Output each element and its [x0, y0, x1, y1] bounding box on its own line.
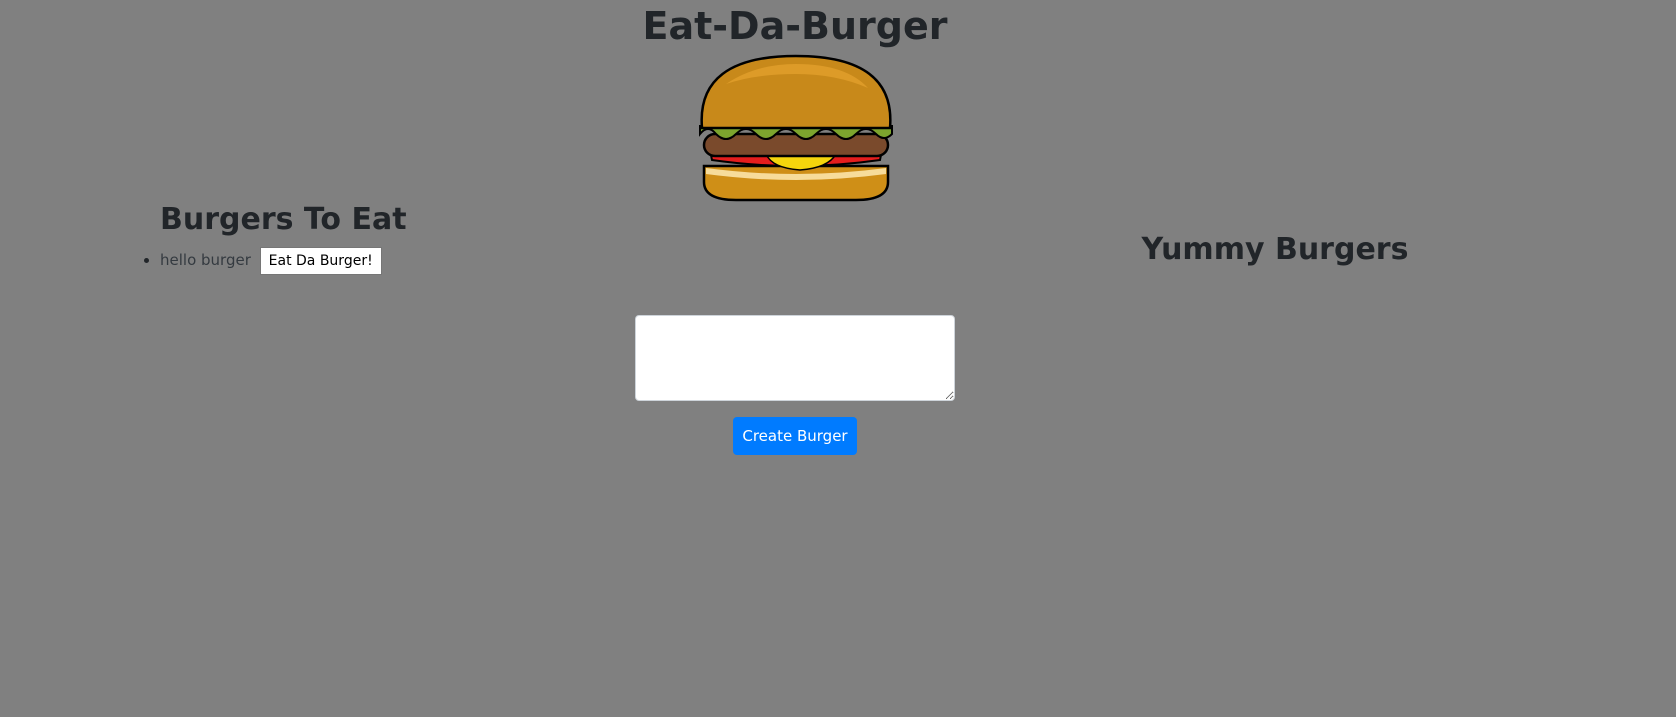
page-title: Eat-Da-Burger [642, 4, 948, 48]
burger-name: hello burger [160, 251, 251, 269]
to-eat-list: hello burger Eat Da Burger! [120, 246, 382, 275]
eaten-heading: Yummy Burgers [1141, 232, 1409, 267]
burger-name-input[interactable] [635, 315, 955, 401]
burger-icon [699, 54, 893, 202]
eat-burger-button[interactable]: Eat Da Burger! [259, 246, 382, 275]
create-burger-button[interactable]: Create Burger [733, 417, 857, 455]
list-item: hello burger Eat Da Burger! [160, 246, 382, 275]
to-eat-heading: Burgers To Eat [160, 202, 407, 237]
